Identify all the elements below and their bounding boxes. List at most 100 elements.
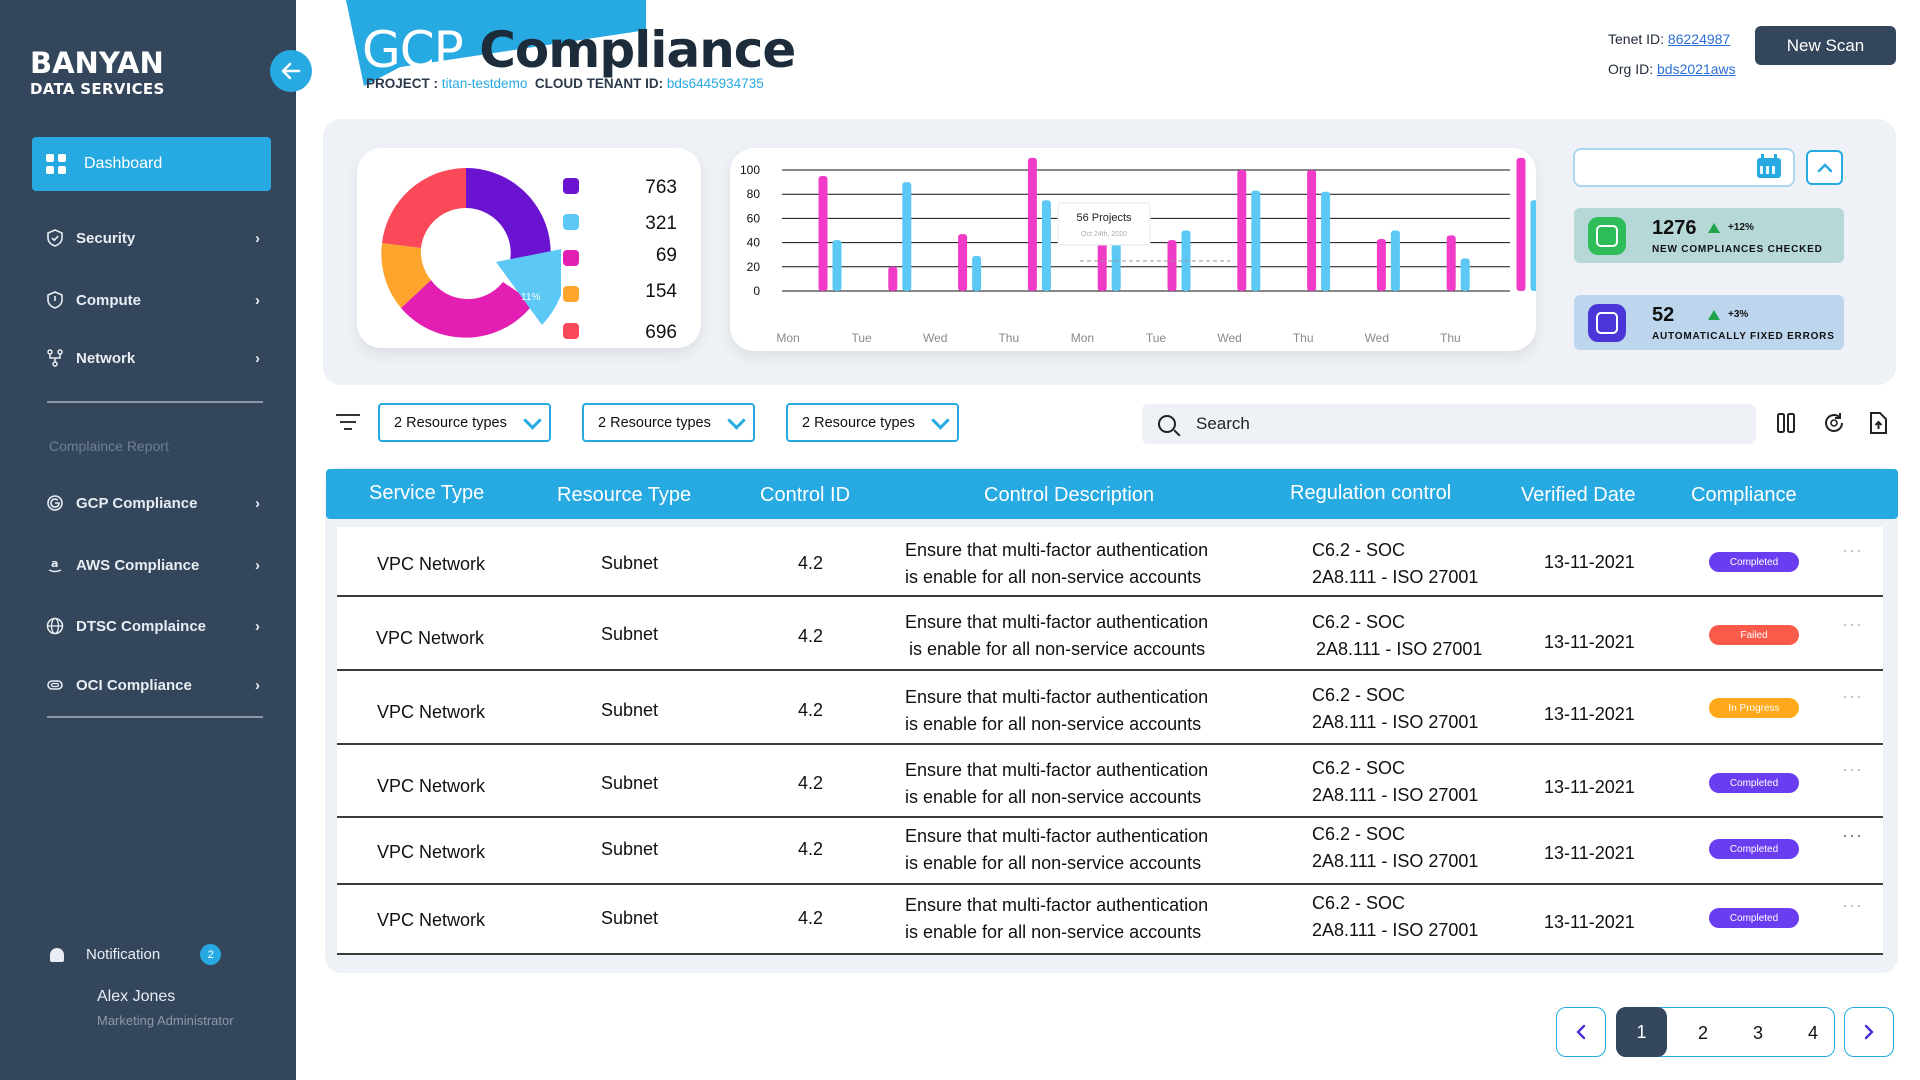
table-row[interactable]: VPC Network Subnet 4.2 Ensure that multi…	[337, 746, 1883, 818]
notification-item[interactable]: Notification 2	[50, 944, 222, 965]
column-header-service-type[interactable]: Service Type	[369, 482, 484, 505]
collapse-sidebar-button[interactable]	[270, 50, 312, 92]
table-row[interactable]: VPC Network Subnet 4.2 Ensure that multi…	[337, 886, 1883, 955]
header-ids: Tenet ID: 86224987 Org ID: bds2021aws	[1608, 24, 1736, 84]
column-header-control-description[interactable]: Control Description	[984, 484, 1154, 507]
table-row[interactable]: VPC Network Subnet 4.2 Ensure that multi…	[337, 527, 1883, 597]
more-options-icon[interactable]: ···	[1842, 540, 1863, 561]
sidebar-divider	[47, 716, 263, 718]
resource-type-dropdown-1[interactable]: 2 Resource types	[378, 403, 551, 442]
pagination-next-button[interactable]	[1844, 1007, 1894, 1057]
chevron-down-icon	[523, 411, 542, 430]
donut-chart: 11%	[381, 168, 561, 338]
table-row[interactable]: VPC Network Subnet 4.2 Ensure that multi…	[337, 598, 1883, 671]
pagination-page-4[interactable]: 4	[1789, 1008, 1837, 1058]
tenet-id-link[interactable]: 86224987	[1668, 31, 1730, 47]
sidebar-item-gcp-compliance[interactable]: GCP Compliance ›	[46, 488, 260, 518]
dashboard-grid-icon	[46, 154, 66, 174]
dropdown-value: 2 Resource types	[598, 414, 711, 431]
org-id-link[interactable]: bds2021aws	[1657, 61, 1736, 77]
sidebar-item-label: Security	[76, 229, 136, 247]
cell-control-description: Ensure that multi-factor authentication …	[905, 823, 1208, 877]
more-options-icon[interactable]: ···	[1842, 895, 1863, 916]
columns-icon[interactable]	[1774, 411, 1798, 435]
sidebar-item-network[interactable]: Network ›	[46, 343, 260, 373]
sidebar-divider	[47, 401, 263, 403]
more-options-icon[interactable]: ···	[1842, 825, 1863, 846]
bar	[1460, 258, 1470, 291]
sidebar-item-label: OCI Compliance	[76, 676, 192, 694]
filter-icon[interactable]	[336, 414, 360, 432]
export-file-icon[interactable]	[1866, 411, 1890, 435]
table-row[interactable]: VPC Network Subnet 4.2 Ensure that multi…	[337, 672, 1883, 745]
regulation-line-2: 2A8.111 - ISO 27001	[1312, 712, 1479, 732]
stat-value: 52	[1652, 304, 1675, 326]
pagination-page-3[interactable]: 3	[1734, 1008, 1782, 1058]
column-header-resource-type[interactable]: Resource Type	[557, 484, 691, 507]
bar	[902, 182, 912, 291]
arrow-left-icon	[281, 62, 301, 80]
legend-value: 763	[645, 177, 677, 198]
stat-change: +12%	[1728, 222, 1754, 233]
cell-resource-type: Subnet	[601, 839, 659, 859]
column-header-verified-date[interactable]: Verified Date	[1521, 484, 1636, 507]
bar	[1307, 170, 1317, 291]
calendar-icon	[1757, 154, 1781, 178]
user-role: Marketing Administrator	[97, 1013, 234, 1028]
sidebar-item-compute[interactable]: Compute ›	[46, 285, 260, 315]
collapse-panel-button[interactable]	[1806, 150, 1843, 185]
resource-type-dropdown-2[interactable]: 2 Resource types	[582, 403, 755, 442]
sidebar-item-dtsc-compliance[interactable]: DTSC Complaince ›	[46, 611, 260, 641]
x-tick-label: Mon	[1071, 331, 1094, 345]
trend-up-icon	[1708, 222, 1720, 233]
user-name[interactable]: Alex Jones	[97, 988, 175, 1006]
org-id-label: Org ID:	[1608, 61, 1654, 77]
cell-control-description: Ensure that multi-factor authentication …	[905, 892, 1208, 946]
cell-service-type: VPC Network	[377, 776, 486, 796]
sidebar-item-label: Dashboard	[84, 155, 163, 172]
more-options-icon[interactable]: ···	[1842, 686, 1863, 707]
date-picker-input[interactable]	[1573, 148, 1795, 187]
bar	[972, 255, 982, 291]
column-header-control-id[interactable]: Control ID	[760, 484, 850, 507]
resource-type-dropdown-3[interactable]: 2 Resource types	[786, 403, 959, 442]
cell-control-id: 4.2	[798, 773, 824, 793]
column-header-compliance[interactable]: Compliance	[1691, 484, 1797, 507]
sidebar-item-oci-compliance[interactable]: OCI Compliance ›	[46, 670, 260, 700]
search-input[interactable]	[1196, 414, 1716, 434]
sidebar-item-dashboard[interactable]: Dashboard	[32, 137, 271, 191]
search-icon	[1158, 415, 1176, 433]
chevron-right-icon: ›	[255, 676, 260, 694]
x-tick-label: Wed	[923, 331, 947, 345]
page-title-part-2: Compliance	[479, 21, 796, 79]
bar	[1390, 230, 1400, 291]
amazon-icon: a	[46, 556, 64, 574]
status-badge: Failed	[1709, 625, 1799, 645]
new-scan-button[interactable]: New Scan	[1755, 26, 1896, 65]
pagination-prev-button[interactable]	[1556, 1007, 1606, 1057]
cell-verified-date: 13-11-2021	[1544, 632, 1635, 652]
shield-check-icon	[46, 229, 64, 247]
table-row[interactable]: VPC Network Subnet 4.2 Ensure that multi…	[337, 819, 1883, 885]
more-options-icon[interactable]: ···	[1842, 759, 1863, 780]
pagination-page-1[interactable]: 1	[1616, 1007, 1667, 1057]
stat-card-fixed-errors: 52 +3% AUTOMATICALLY FIXED ERRORS	[1574, 295, 1844, 350]
sidebar-item-aws-compliance[interactable]: a AWS Compliance ›	[46, 550, 260, 580]
cell-control-id: 4.2	[798, 839, 824, 859]
stat-card-compliances: 1276 +12% NEW COMPLIANCES CHECKED	[1574, 208, 1844, 263]
cell-verified-date: 13-11-2021	[1544, 912, 1635, 932]
sidebar-item-label: Compute	[76, 291, 141, 309]
trend-up-icon	[1708, 309, 1720, 320]
cell-verified-date: 13-11-2021	[1544, 704, 1635, 724]
cell-control-description: Ensure that multi-factor authentication …	[905, 684, 1208, 738]
chevron-left-icon	[1576, 1024, 1586, 1040]
refresh-icon[interactable]	[1822, 411, 1846, 435]
cell-resource-type: Subnet	[601, 773, 659, 793]
sidebar-item-security[interactable]: Security ›	[46, 223, 260, 253]
regulation-line-1: C6.2 - SOC	[1312, 758, 1406, 778]
pagination-page-2[interactable]: 2	[1679, 1008, 1727, 1058]
dropdown-value: 2 Resource types	[802, 414, 915, 431]
status-badge: In Progress	[1709, 698, 1799, 718]
more-options-icon[interactable]: ···	[1842, 614, 1863, 635]
column-header-regulation-control[interactable]: Regulation control	[1290, 482, 1451, 505]
